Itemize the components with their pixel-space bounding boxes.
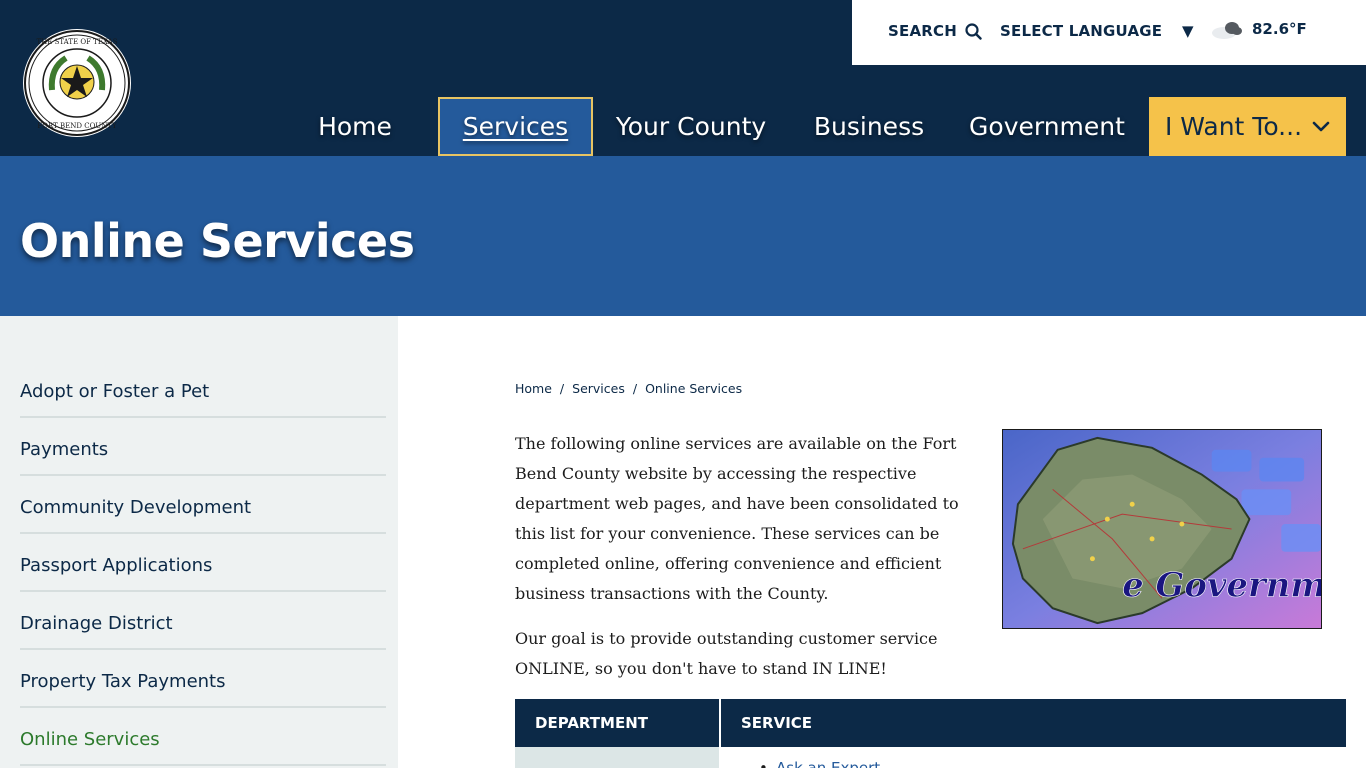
temperature-text: 82.6°F <box>1252 20 1307 38</box>
sidebar-nav: Adopt or Foster a Pet Payments Community… <box>0 316 398 768</box>
sidebar-item-payments[interactable]: Payments <box>20 418 386 476</box>
search-icon <box>965 22 982 40</box>
page-banner: Online Services <box>0 156 1366 316</box>
cloudy-weather-icon <box>1212 22 1242 39</box>
county-seal-logo[interactable]: THE STATE OF TEXAS FORT BEND COUNTY <box>22 28 132 138</box>
breadcrumb-services[interactable]: Services <box>572 381 625 396</box>
table-cell-service: • Ask an Expert <box>721 747 1346 768</box>
breadcrumb: Home / Services / Online Services <box>515 381 742 396</box>
nav-business[interactable]: Business <box>800 97 938 156</box>
e-government-image: e Government <box>1002 429 1322 629</box>
sidebar-item-community-development[interactable]: Community Development <box>20 476 386 534</box>
intro-paragraph: The following online services are availa… <box>515 434 959 603</box>
e-government-image-text: e Government <box>1122 564 1322 604</box>
utility-bar: SEARCH SELECT LANGUAGE ▼ 82.6°F <box>852 0 1366 65</box>
table-header-service: SERVICE <box>721 699 1346 747</box>
service-link-ask-an-expert[interactable]: Ask an Expert <box>776 759 880 768</box>
language-select[interactable]: SELECT LANGUAGE <box>1000 22 1162 40</box>
breadcrumb-separator: / <box>559 381 565 396</box>
nav-services[interactable]: Services <box>438 97 593 156</box>
table-header-department: DEPARTMENT <box>515 699 719 747</box>
weather-widget: 82.6°F <box>1210 18 1307 40</box>
search-label: SEARCH <box>888 22 957 40</box>
breadcrumb-current: Online Services <box>645 381 743 396</box>
sidebar-item-adopt-pet[interactable]: Adopt or Foster a Pet <box>20 360 386 418</box>
sidebar-item-drainage-district[interactable]: Drainage District <box>20 592 386 650</box>
table-cell-department <box>515 747 719 768</box>
nav-your-county[interactable]: Your County <box>605 97 777 156</box>
page-title: Online Services <box>20 214 415 268</box>
goal-paragraph: Our goal is to provide outstanding custo… <box>515 629 938 678</box>
sidebar-item-passport-applications[interactable]: Passport Applications <box>20 534 386 592</box>
list-bullet: • <box>759 759 768 768</box>
nav-home[interactable]: Home <box>300 97 410 156</box>
sidebar-item-property-tax-payments[interactable]: Property Tax Payments <box>20 650 386 708</box>
site-header: THE STATE OF TEXAS FORT BEND COUNTY SEAR… <box>0 0 1366 156</box>
sidebar-item-online-services[interactable]: Online Services <box>20 708 386 766</box>
search-button[interactable]: SEARCH <box>888 22 982 40</box>
nav-government[interactable]: Government <box>958 97 1136 156</box>
nav-i-want-to[interactable]: I Want To... <box>1149 97 1346 156</box>
chevron-down-icon <box>1312 121 1330 131</box>
language-dropdown-caret-icon[interactable]: ▼ <box>1182 22 1194 40</box>
breadcrumb-separator: / <box>632 381 638 396</box>
svg-text:THE STATE OF TEXAS: THE STATE OF TEXAS <box>36 38 117 46</box>
breadcrumb-home[interactable]: Home <box>515 381 552 396</box>
nav-i-want-to-label: I Want To... <box>1164 112 1303 141</box>
svg-text:FORT BEND COUNTY: FORT BEND COUNTY <box>37 122 117 130</box>
